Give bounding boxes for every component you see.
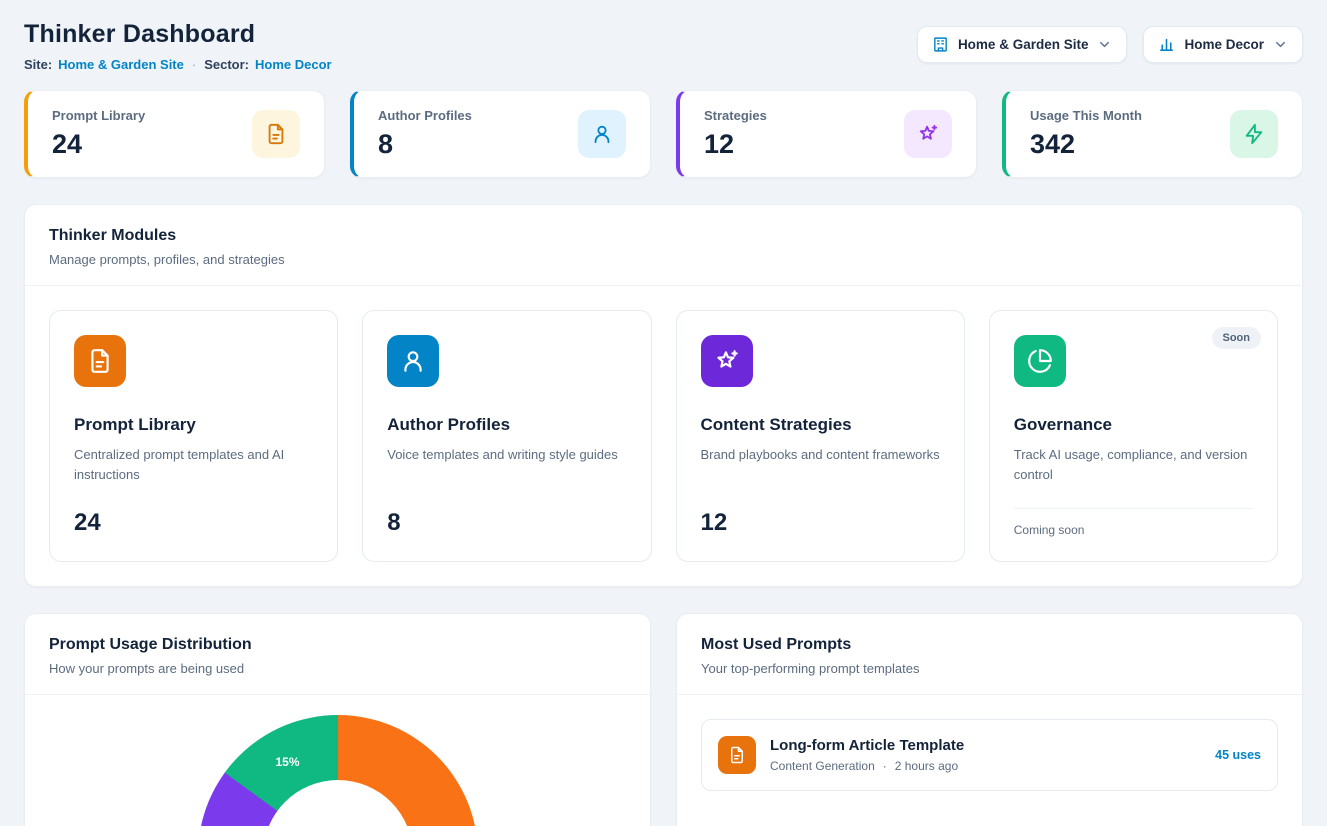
prompt-item-meta: Content Generation · 2 hours ago xyxy=(770,759,964,773)
usage-chart-title: Prompt Usage Distribution xyxy=(49,636,626,654)
module-divider xyxy=(1014,508,1253,509)
stat-label: Author Profiles xyxy=(378,108,472,123)
modules-grid: Prompt Library Centralized prompt templa… xyxy=(25,285,1302,586)
prompt-usage-card: Prompt Usage Distribution How your promp… xyxy=(24,613,651,826)
stat-card-author-profiles: Author Profiles 8 xyxy=(350,90,651,178)
thinker-modules-section: Thinker Modules Manage prompts, profiles… xyxy=(24,204,1303,587)
module-count: 8 xyxy=(387,509,626,537)
document-icon xyxy=(74,335,126,387)
stat-value: 24 xyxy=(52,130,145,160)
usage-chart-subtitle: How your prompts are being used xyxy=(49,661,626,676)
site-selector-dropdown[interactable]: Home & Garden Site xyxy=(917,26,1128,63)
chevron-down-icon xyxy=(1273,37,1288,52)
breadcrumb: Site: Home & Garden Site · Sector: Home … xyxy=(24,57,332,72)
modules-subtitle: Manage prompts, profiles, and strategies xyxy=(49,252,1278,267)
header: Thinker Dashboard Site: Home & Garden Si… xyxy=(24,20,1303,72)
stat-info: Strategies 12 xyxy=(704,108,767,160)
sparkle-star-icon xyxy=(701,335,753,387)
stat-value: 8 xyxy=(378,130,472,160)
usage-chart-body: 15% xyxy=(25,695,650,826)
most-used-title: Most Used Prompts xyxy=(701,636,1278,654)
bar-chart-icon xyxy=(1158,36,1175,53)
prompt-item-time: 2 hours ago xyxy=(895,759,958,773)
module-card-prompt-library[interactable]: Prompt Library Centralized prompt templa… xyxy=(49,310,338,562)
user-icon xyxy=(578,110,626,158)
chevron-down-icon xyxy=(1097,37,1112,52)
stat-card-strategies: Strategies 12 xyxy=(676,90,977,178)
stat-card-prompt-library: Prompt Library 24 xyxy=(24,90,325,178)
sector-selector-dropdown[interactable]: Home Decor xyxy=(1143,26,1303,63)
sector-label: Sector: xyxy=(204,57,249,72)
module-description: Centralized prompt templates and AI inst… xyxy=(74,445,313,485)
dashboard-page: Thinker Dashboard Site: Home & Garden Si… xyxy=(0,0,1327,826)
document-icon xyxy=(718,736,756,774)
header-actions: Home & Garden Site Home Decor xyxy=(917,26,1303,63)
module-card-governance[interactable]: Soon Governance Track AI usage, complian… xyxy=(989,310,1278,562)
stat-info: Author Profiles 8 xyxy=(378,108,472,160)
site-selector-label: Home & Garden Site xyxy=(958,37,1089,52)
module-description: Track AI usage, compliance, and version … xyxy=(1014,445,1253,485)
stat-value: 342 xyxy=(1030,130,1142,160)
user-icon xyxy=(387,335,439,387)
most-used-subtitle: Your top-performing prompt templates xyxy=(701,661,1278,676)
stat-info: Prompt Library 24 xyxy=(52,108,145,160)
donut-segment-label: 15% xyxy=(276,755,300,769)
stat-label: Prompt Library xyxy=(52,108,145,123)
prompt-item-category: Content Generation xyxy=(770,759,875,773)
sector-selector-label: Home Decor xyxy=(1184,37,1264,52)
module-card-author-profiles[interactable]: Author Profiles Voice templates and writ… xyxy=(362,310,651,562)
list-item[interactable]: Long-form Article Template Content Gener… xyxy=(701,719,1278,791)
most-used-card: Most Used Prompts Your top-performing pr… xyxy=(676,613,1303,826)
site-label: Site: xyxy=(24,57,52,72)
stat-info: Usage This Month 342 xyxy=(1030,108,1142,160)
stat-label: Strategies xyxy=(704,108,767,123)
prompt-item-title: Long-form Article Template xyxy=(770,737,964,754)
stat-card-usage: Usage This Month 342 xyxy=(1002,90,1303,178)
prompt-item-uses: 45 uses xyxy=(1215,748,1261,762)
modules-header: Thinker Modules Manage prompts, profiles… xyxy=(25,205,1302,285)
coming-soon-label: Coming soon xyxy=(1014,523,1253,537)
modules-title: Thinker Modules xyxy=(49,227,1278,245)
bottom-row: Prompt Usage Distribution How your promp… xyxy=(24,613,1303,826)
prompt-list: Long-form Article Template Content Gener… xyxy=(677,695,1302,815)
title-block: Thinker Dashboard Site: Home & Garden Si… xyxy=(24,20,332,72)
stats-row: Prompt Library 24 Author Profiles 8 Stra… xyxy=(24,90,1303,178)
most-used-header: Most Used Prompts Your top-performing pr… xyxy=(677,614,1302,694)
breadcrumb-separator: · xyxy=(192,57,196,72)
stat-label: Usage This Month xyxy=(1030,108,1142,123)
module-card-content-strategies[interactable]: Content Strategies Brand playbooks and c… xyxy=(676,310,965,562)
module-description: Voice templates and writing style guides xyxy=(387,445,626,465)
module-title: Author Profiles xyxy=(387,415,626,435)
module-title: Prompt Library xyxy=(74,415,313,435)
pie-chart-icon xyxy=(1014,335,1066,387)
module-description: Brand playbooks and content frameworks xyxy=(701,445,940,465)
site-link[interactable]: Home & Garden Site xyxy=(58,57,184,72)
meta-separator: · xyxy=(883,759,887,773)
lightning-icon xyxy=(1230,110,1278,158)
sector-link[interactable]: Home Decor xyxy=(255,57,332,72)
building-icon xyxy=(932,36,949,53)
document-icon xyxy=(252,110,300,158)
module-count: 24 xyxy=(74,509,313,537)
page-title: Thinker Dashboard xyxy=(24,20,332,49)
module-count: 12 xyxy=(701,509,940,537)
prompt-item-text: Long-form Article Template Content Gener… xyxy=(770,737,964,773)
donut-chart: 15% xyxy=(198,715,478,826)
soon-badge: Soon xyxy=(1212,327,1262,349)
module-title: Governance xyxy=(1014,415,1253,435)
sparkle-star-icon xyxy=(904,110,952,158)
module-title: Content Strategies xyxy=(701,415,940,435)
usage-chart-header: Prompt Usage Distribution How your promp… xyxy=(25,614,650,694)
stat-value: 12 xyxy=(704,130,767,160)
